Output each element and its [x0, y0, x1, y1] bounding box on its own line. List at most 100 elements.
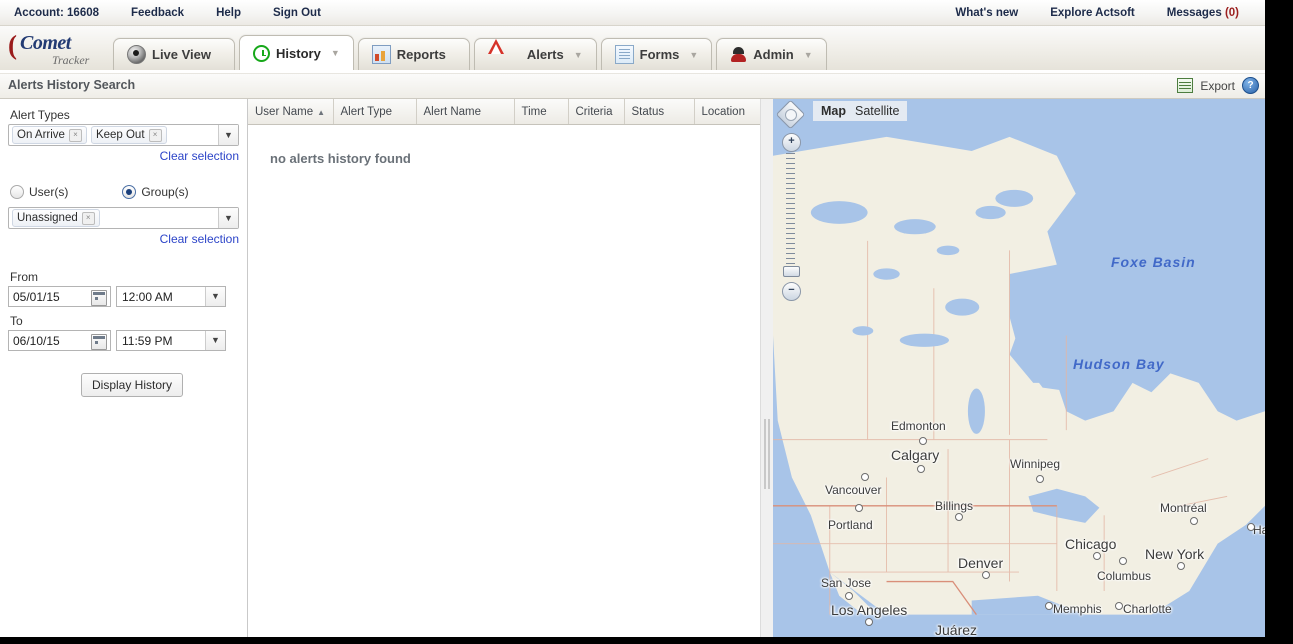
- map-city-marker: [1247, 523, 1255, 531]
- clear-selection-alert-types[interactable]: Clear selection: [160, 149, 239, 163]
- display-history-button[interactable]: Display History: [81, 373, 184, 397]
- column-header-location[interactable]: Location: [694, 99, 761, 125]
- calendar-icon[interactable]: [91, 334, 107, 350]
- map-city-marker: [982, 571, 990, 579]
- map-city-marker: [919, 437, 927, 445]
- map-zoom-control[interactable]: + −: [782, 133, 801, 301]
- chevron-down-icon[interactable]: ▼: [218, 208, 238, 228]
- token-remove-icon[interactable]: ×: [81, 211, 95, 225]
- radio-groups-icon[interactable]: [122, 185, 137, 199]
- map-city-label: Charlotte: [1123, 602, 1172, 616]
- map-city-marker: [1190, 517, 1198, 525]
- column-header-time[interactable]: Time: [514, 99, 569, 125]
- token-label: On Arrive: [17, 129, 65, 141]
- explore-actsoft-link[interactable]: Explore Actsoft: [1034, 7, 1151, 19]
- zoom-slider-thumb[interactable]: [783, 266, 800, 277]
- from-date-input[interactable]: [9, 287, 91, 306]
- tab-history[interactable]: History ▼: [239, 35, 354, 70]
- to-row: 11:59 PM ▼: [8, 330, 239, 351]
- help-icon[interactable]: ?: [1242, 77, 1259, 94]
- tab-admin[interactable]: Admin ▼: [716, 38, 827, 70]
- column-label: Location: [701, 105, 745, 118]
- table-header-row: User Name ▲ Alert Type Alert Name Time Cr…: [248, 99, 761, 125]
- map-pan-control[interactable]: [775, 99, 806, 130]
- map-type-satellite[interactable]: Satellite: [855, 104, 899, 118]
- clear-selection-groups[interactable]: Clear selection: [160, 232, 239, 246]
- tab-reports[interactable]: Reports: [357, 38, 470, 70]
- map-city-label: Vancouver: [825, 483, 882, 497]
- alert-types-multiselect[interactable]: On Arrive × Keep Out × ▼: [8, 124, 239, 146]
- column-header-criteria[interactable]: Criteria: [568, 99, 625, 125]
- radio-users-icon[interactable]: [10, 185, 24, 199]
- to-time-select[interactable]: 11:59 PM ▼: [116, 330, 226, 351]
- radio-option-groups[interactable]: Group(s): [122, 185, 189, 199]
- column-label: Alert Name: [423, 105, 482, 118]
- map-tiles[interactable]: + − Map Satellite Foxe Basin Hudson Bay Ed…: [773, 99, 1265, 637]
- report-icon: [371, 45, 391, 64]
- export-button[interactable]: Export: [1200, 79, 1235, 93]
- column-header-alert-type[interactable]: Alert Type: [333, 99, 417, 125]
- whats-new-link[interactable]: What's new: [939, 7, 1034, 19]
- map-city-label: Winnipeg: [1010, 457, 1061, 471]
- column-header-status[interactable]: Status: [624, 99, 695, 125]
- to-time-value: 11:59 PM: [122, 333, 173, 348]
- chevron-down-icon[interactable]: ▼: [205, 331, 225, 350]
- sort-ascending-icon: ▲: [317, 107, 326, 117]
- calendar-icon[interactable]: [91, 290, 107, 306]
- zoom-in-button[interactable]: +: [782, 133, 801, 152]
- zoom-out-button[interactable]: −: [782, 282, 801, 301]
- column-header-alert-name[interactable]: Alert Name: [416, 99, 515, 125]
- map-city-label: Memphis: [1053, 602, 1102, 616]
- column-label: Status: [631, 105, 665, 118]
- help-link[interactable]: Help: [200, 7, 257, 19]
- chevron-down-icon[interactable]: ▼: [205, 287, 225, 306]
- export-icon[interactable]: [1177, 78, 1194, 93]
- token[interactable]: Unassigned ×: [12, 209, 100, 227]
- tab-label: Reports: [396, 47, 446, 62]
- sign-out-link[interactable]: Sign Out: [257, 7, 337, 19]
- map-city-label: Columbus: [1097, 569, 1152, 583]
- zoom-slider-track[interactable]: [786, 153, 795, 279]
- map-city-label: Juárez: [935, 622, 978, 637]
- map-city-marker: [1093, 552, 1101, 560]
- radio-users-label: User(s): [29, 185, 69, 199]
- tab-label: Alerts: [526, 47, 564, 62]
- from-time-select[interactable]: 12:00 AM ▼: [116, 286, 226, 307]
- column-label: Criteria: [575, 105, 613, 118]
- map-city-marker: [861, 473, 869, 481]
- token-remove-icon[interactable]: ×: [148, 128, 162, 142]
- map-water-label: Foxe Basin: [1111, 254, 1196, 270]
- logo-name: Comet: [20, 32, 71, 54]
- chevron-down-icon: ▼: [330, 48, 340, 58]
- map-city-marker: [845, 592, 853, 600]
- tab-alerts[interactable]: Alerts ▼: [473, 38, 597, 70]
- messages-link[interactable]: Messages (0): [1151, 7, 1255, 19]
- to-date-field[interactable]: [8, 330, 111, 351]
- tab-forms[interactable]: Forms ▼: [600, 38, 713, 70]
- panel-splitter[interactable]: [760, 99, 774, 637]
- token[interactable]: Keep Out ×: [90, 126, 167, 144]
- token[interactable]: On Arrive ×: [12, 126, 87, 144]
- feedback-link[interactable]: Feedback: [115, 7, 200, 19]
- map-city-label: Edmonton: [891, 419, 946, 433]
- to-label: To: [10, 314, 23, 328]
- messages-label: Messages: [1166, 6, 1225, 19]
- tab-label: Admin: [753, 47, 794, 62]
- token-remove-icon[interactable]: ×: [68, 128, 82, 142]
- messages-count: (0): [1224, 6, 1239, 19]
- map-panel[interactable]: + − Map Satellite Foxe Basin Hudson Bay Ed…: [773, 99, 1265, 637]
- to-date-input[interactable]: [9, 331, 91, 350]
- map-city-label: New York: [1145, 546, 1205, 562]
- chevron-down-icon[interactable]: ▼: [218, 125, 238, 145]
- map-water-label: Hudson Bay: [1073, 356, 1165, 372]
- column-header-user-name[interactable]: User Name ▲: [248, 99, 334, 125]
- groups-multiselect[interactable]: Unassigned × ▼: [8, 207, 239, 229]
- radio-option-users[interactable]: User(s): [10, 185, 68, 199]
- from-date-field[interactable]: [8, 286, 111, 307]
- main-navigation-tabs: ( Comet Tracker Live View History ▼ Repo…: [0, 26, 1265, 73]
- account-bar: Account: 16608 Feedback Help Sign Out Wh…: [0, 0, 1265, 26]
- tab-label: History: [276, 45, 321, 61]
- splitter-grip-icon[interactable]: [764, 419, 770, 489]
- map-type-map[interactable]: Map: [821, 104, 846, 118]
- tab-live-view[interactable]: Live View: [113, 38, 236, 70]
